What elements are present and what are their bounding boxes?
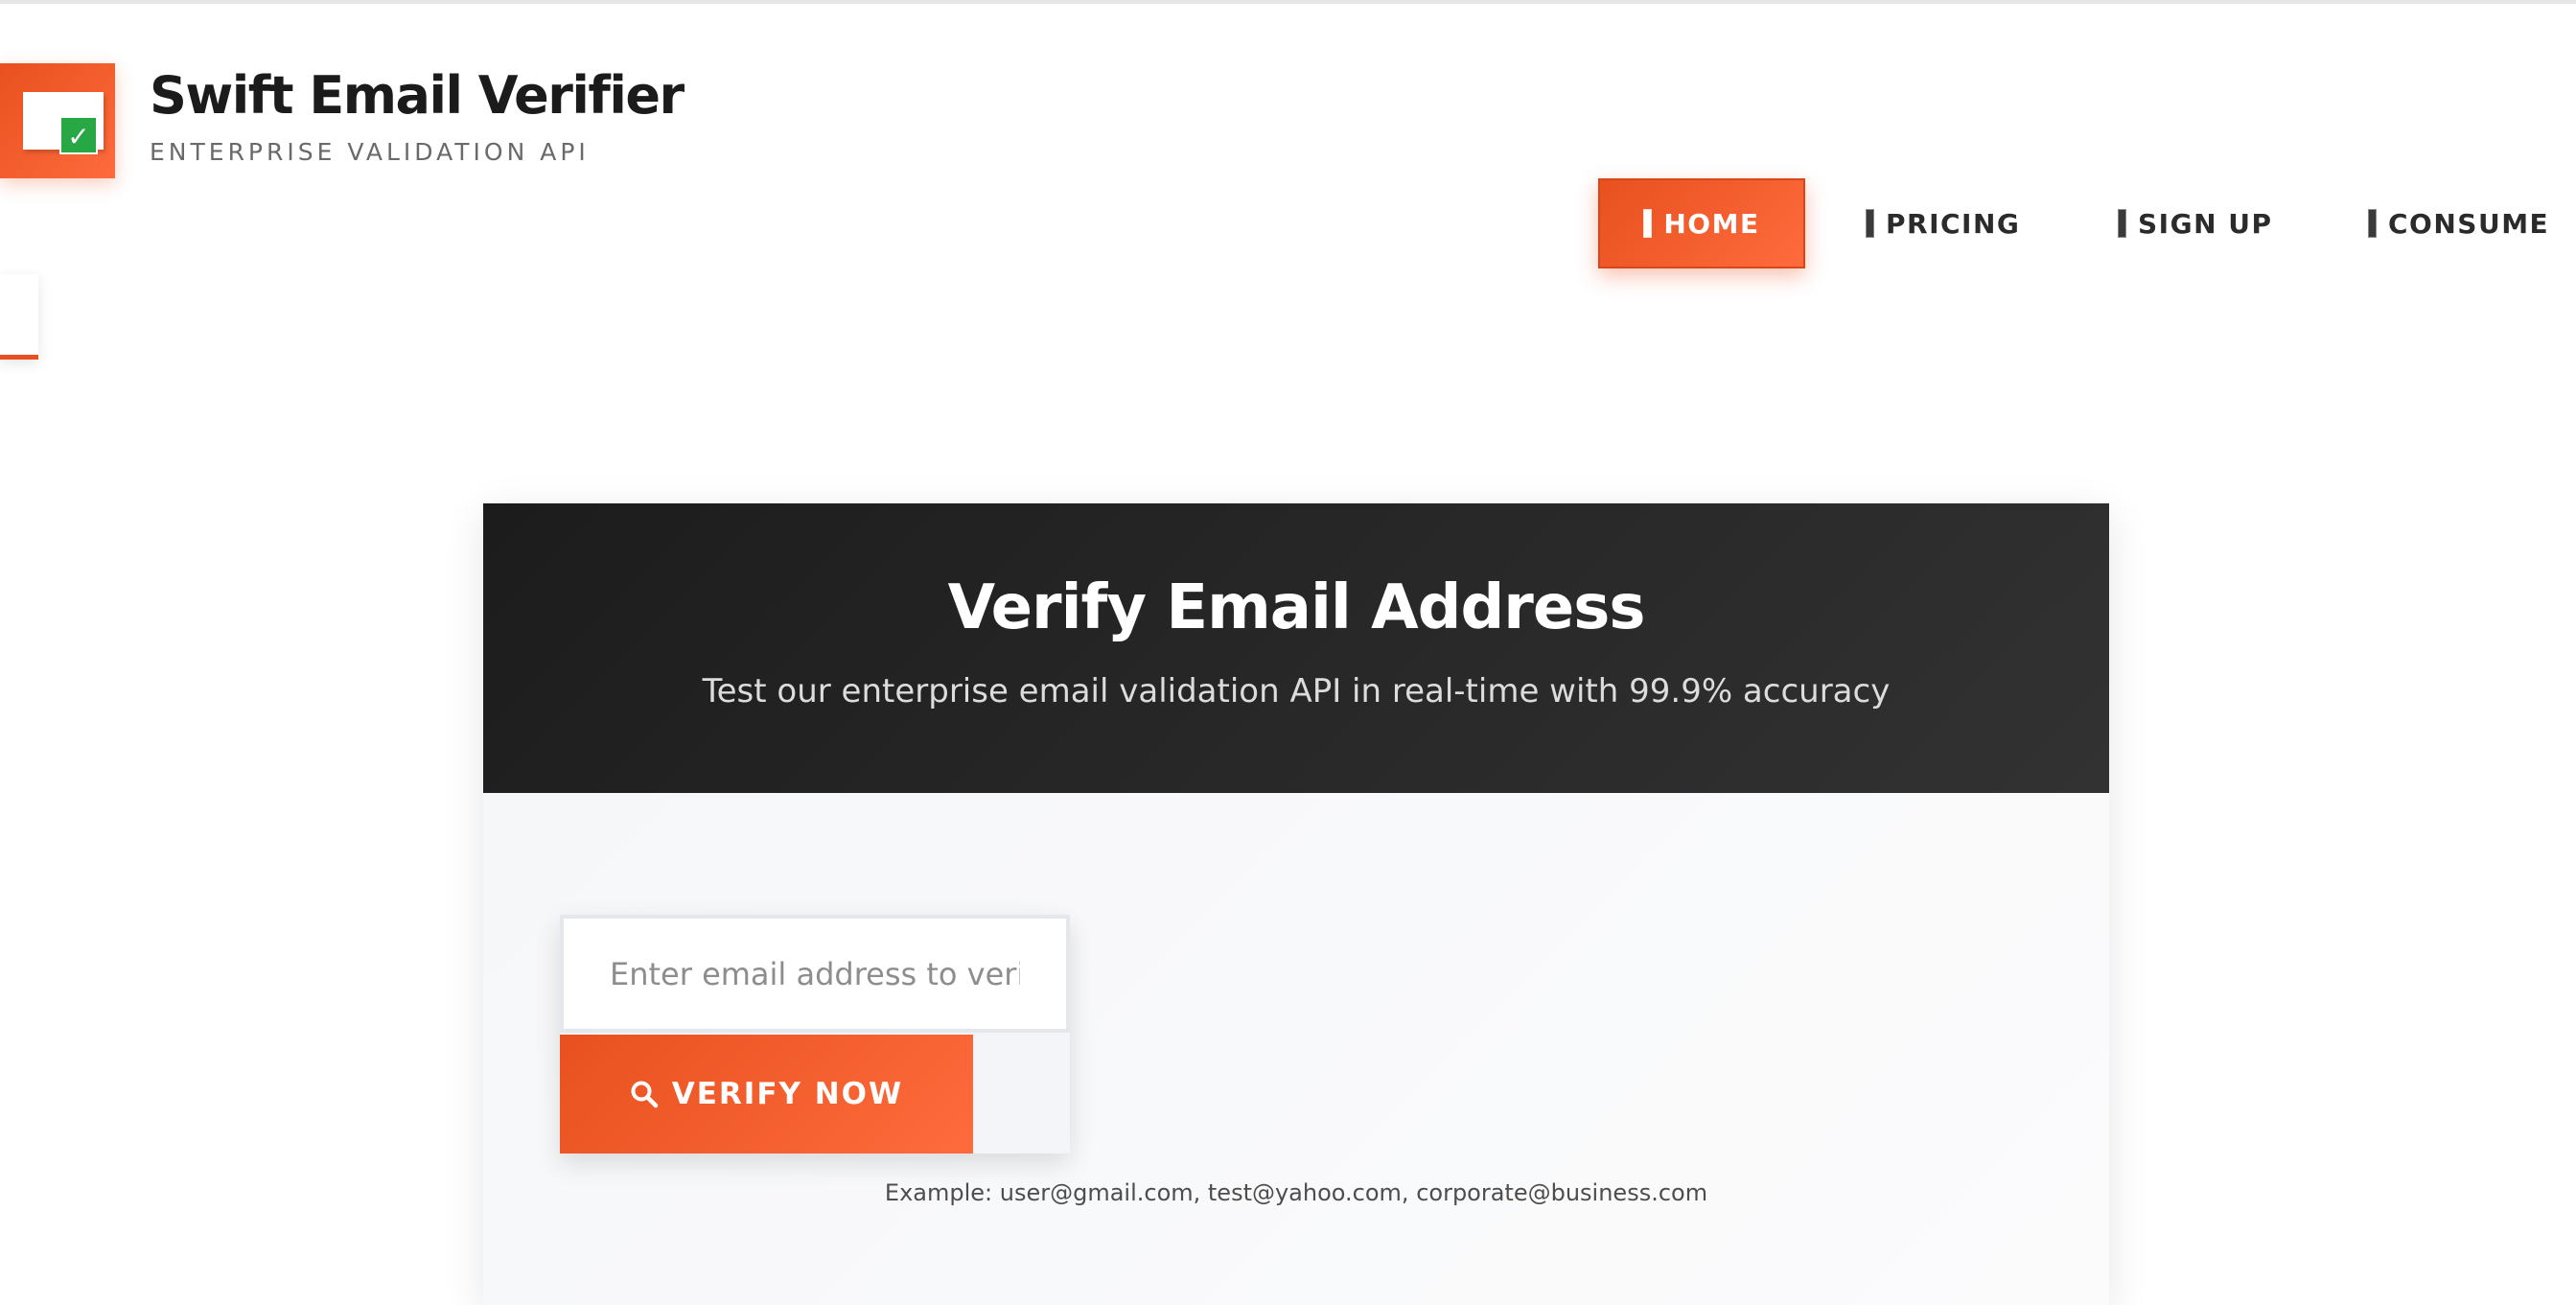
logo[interactable]: ✓ <box>0 63 115 178</box>
nav-home[interactable]: HOME <box>1598 178 1805 268</box>
email-input[interactable] <box>560 915 1070 1033</box>
nav-consume[interactable]: CONSUME <box>2368 178 2549 268</box>
checkmark-icon: ✓ <box>59 116 98 154</box>
card-subtitle: Test our enterprise email validation API… <box>702 672 1891 711</box>
nav-pricing-label: PRICING <box>1886 207 2021 240</box>
nav-bar-icon <box>1866 209 1874 238</box>
nav-sign-up-label: SIGN UP <box>2138 207 2273 240</box>
nav-bar-icon <box>2368 209 2377 238</box>
brand-title[interactable]: Swift Email Verifier <box>150 65 685 126</box>
verify-card: Verify Email Address Test our enterprise… <box>483 503 2109 1305</box>
verify-now-button[interactable]: VERIFY NOW <box>560 1035 973 1154</box>
card-title: Verify Email Address <box>947 572 1646 643</box>
card-header: Verify Email Address Test our enterprise… <box>483 503 2109 793</box>
top-border <box>0 0 2576 4</box>
search-icon <box>631 1081 658 1108</box>
verify-form: VERIFY NOW <box>560 915 1070 1154</box>
nav-bar-icon <box>2118 209 2126 238</box>
verify-now-label: VERIFY NOW <box>671 1077 904 1111</box>
nav-consume-label: CONSUME <box>2388 207 2550 240</box>
nav-sign-up[interactable]: SIGN UP <box>2118 178 2273 268</box>
nav-home-label: HOME <box>1663 207 1760 240</box>
brand-subtitle: ENTERPRISE VALIDATION API <box>150 138 590 166</box>
side-tab[interactable] <box>0 274 38 360</box>
nav-pricing[interactable]: PRICING <box>1866 178 2020 268</box>
example-text: Example: user@gmail.com, test@yahoo.com,… <box>884 1179 1708 1206</box>
card-body: VERIFY NOW Example: user@gmail.com, test… <box>483 793 2109 1305</box>
nav-bar-icon <box>1643 209 1653 238</box>
